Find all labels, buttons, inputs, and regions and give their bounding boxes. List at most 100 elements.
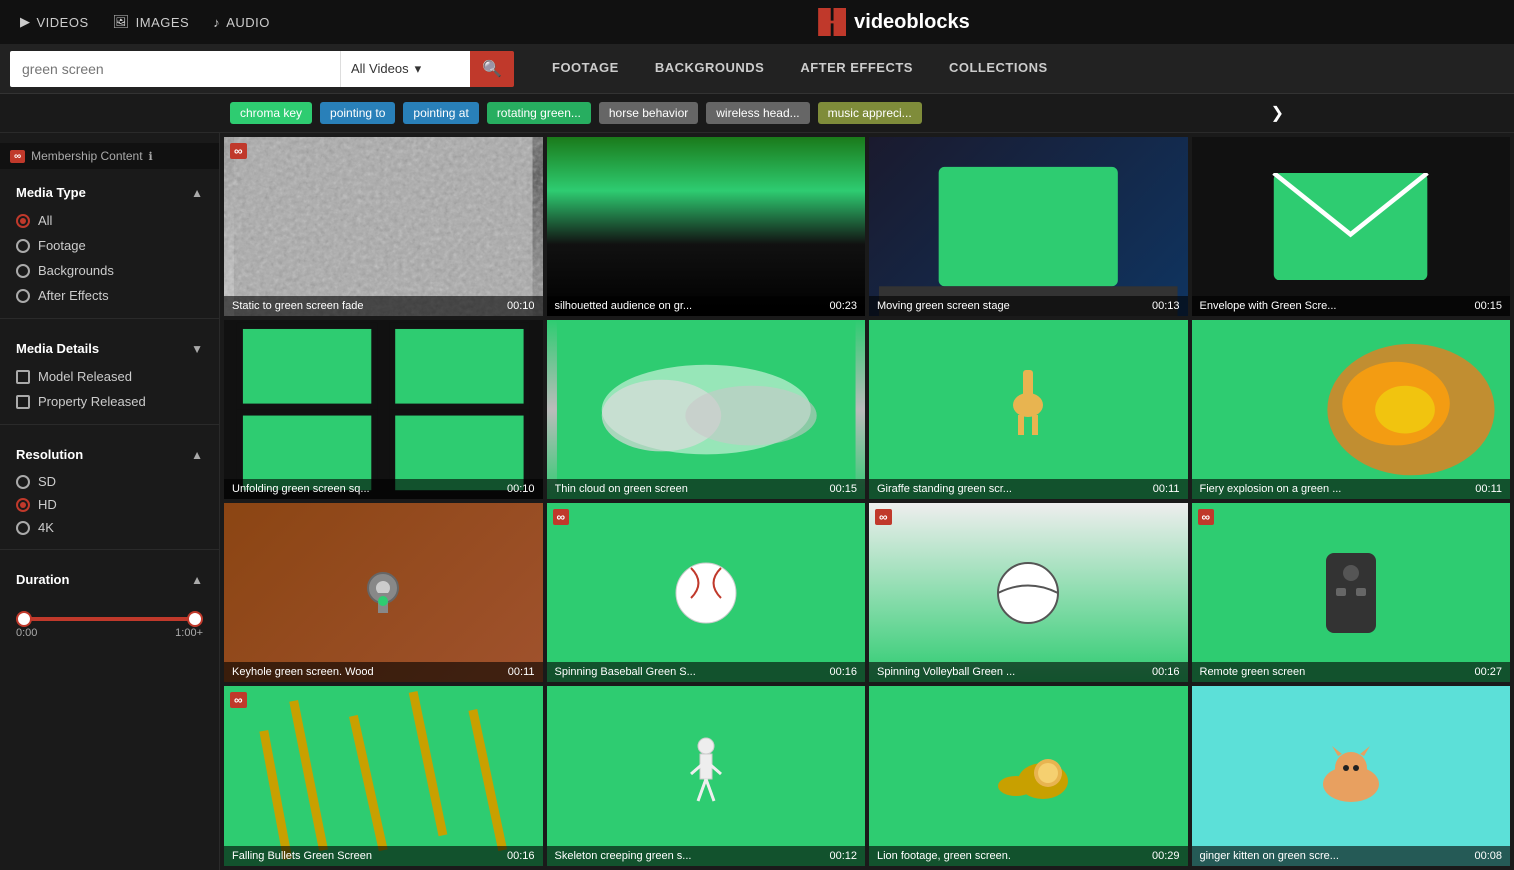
nav-footage[interactable]: FOOTAGE (534, 44, 637, 94)
video-duration-v1: 00:10 (507, 300, 535, 312)
video-card-v15[interactable]: Lion footage, green screen. 00:29 (869, 686, 1188, 865)
video-duration-v16: 00:08 (1474, 850, 1502, 862)
tag-music[interactable]: music appreci... (818, 102, 922, 124)
video-title-v5: Unfolding green screen sq... (232, 483, 370, 495)
video-duration-v8: 00:11 (1475, 483, 1502, 495)
resolution-4k[interactable]: 4K (0, 516, 219, 539)
tag-horse[interactable]: horse behavior (599, 102, 698, 124)
tag-wireless[interactable]: wireless head... (706, 102, 809, 124)
radio-sd (16, 475, 30, 489)
video-card-v4[interactable]: Envelope with Green Scre... 00:15 (1192, 137, 1511, 316)
membership-icon-v10 (553, 509, 570, 525)
main-layout: ∞ Membership Content ℹ Media Type ▲ All … (0, 133, 1514, 870)
video-card-v2[interactable]: silhouetted audience on gr... 00:23 (547, 137, 866, 316)
video-duration-v14: 00:12 (829, 850, 857, 862)
video-card-v9[interactable]: Keyhole green screen. Wood 00:11 (224, 503, 543, 682)
media-type-header[interactable]: Media Type ▲ (0, 173, 219, 208)
video-duration-v10: 00:16 (829, 666, 857, 678)
nav-backgrounds[interactable]: BACKGROUNDS (637, 44, 783, 94)
tags-next-arrow[interactable]: ❯ (1271, 103, 1284, 123)
resolution-sd-label: SD (38, 474, 56, 489)
video-duration-v7: 00:11 (1153, 483, 1180, 495)
media-type-all[interactable]: All (0, 208, 219, 233)
tag-rotating[interactable]: rotating green... (487, 102, 591, 124)
search-icon: 🔍 (482, 59, 502, 79)
audio-icon: ♪ (213, 15, 220, 30)
duration-min-label: 0:00 (16, 627, 37, 639)
tags-row: chroma key pointing to pointing at rotat… (0, 94, 1514, 133)
duration-section: 0:00 1:00+ (0, 595, 219, 651)
logo[interactable]: videoblocks (818, 8, 970, 36)
resolution-sd[interactable]: SD (0, 470, 219, 493)
duration-slider-track[interactable] (16, 617, 203, 621)
media-details-model[interactable]: Model Released (0, 364, 219, 389)
video-icon: ▶ (20, 14, 31, 30)
video-card-v13[interactable]: Falling Bullets Green Screen 00:16 (224, 686, 543, 865)
duration-slider-right-thumb[interactable] (187, 611, 203, 627)
video-card-v10[interactable]: Spinning Baseball Green S... 00:16 (547, 503, 866, 682)
membership-icon-v1 (230, 143, 247, 159)
tag-pointing-at[interactable]: pointing at (403, 102, 478, 124)
media-details-model-label: Model Released (38, 369, 132, 384)
video-card-v6[interactable]: Thin cloud on green screen 00:15 (547, 320, 866, 499)
video-overlay-v1: Static to green screen fade 00:10 (224, 296, 543, 316)
media-details-property[interactable]: Property Released (0, 389, 219, 414)
media-type-footage[interactable]: Footage (0, 233, 219, 258)
video-card-v14[interactable]: Skeleton creeping green s... 00:12 (547, 686, 866, 865)
media-type-backgrounds[interactable]: Backgrounds (0, 258, 219, 283)
chevron-down-icon: ▾ (415, 61, 422, 77)
radio-backgrounds (16, 264, 30, 278)
video-title-v16: ginger kitten on green scre... (1200, 850, 1339, 862)
search-nav: FOOTAGE BACKGROUNDS AFTER EFFECTS COLLEC… (534, 44, 1066, 94)
radio-footage (16, 239, 30, 253)
search-button[interactable]: 🔍 (470, 51, 514, 87)
media-type-title: Media Type (16, 185, 86, 200)
video-card-v5[interactable]: Unfolding green screen sq... 00:10 (224, 320, 543, 499)
nav-collections[interactable]: COLLECTIONS (931, 44, 1066, 94)
tag-pointing-to[interactable]: pointing to (320, 102, 395, 124)
video-title-v9: Keyhole green screen. Wood (232, 666, 374, 678)
media-details-title: Media Details (16, 341, 99, 356)
top-nav: ▶ VIDEOS 🖼 IMAGES ♪ AUDIO videoblocks (0, 0, 1514, 44)
membership-label: Membership Content (31, 149, 142, 163)
video-overlay-v10: Spinning Baseball Green S... 00:16 (547, 662, 866, 682)
nav-images[interactable]: 🖼 IMAGES (113, 14, 190, 30)
checkbox-property[interactable] (16, 395, 30, 409)
duration-slider-labels: 0:00 1:00+ (16, 627, 203, 639)
media-type-aftereffects[interactable]: After Effects (0, 283, 219, 308)
video-card-v11[interactable]: Spinning Volleyball Green ... 00:16 (869, 503, 1188, 682)
video-duration-v6: 00:15 (829, 483, 857, 495)
video-card-v1[interactable]: Static to green screen fade 00:10 (224, 137, 543, 316)
checkbox-model[interactable] (16, 370, 30, 384)
duration-header[interactable]: Duration ▲ (0, 560, 219, 595)
resolution-hd[interactable]: HD (0, 493, 219, 516)
membership-icon-v13 (230, 692, 247, 708)
nav-videos[interactable]: ▶ VIDEOS (20, 14, 89, 30)
nav-images-label: IMAGES (136, 15, 190, 30)
video-title-v3: Moving green screen stage (877, 300, 1010, 312)
video-card-v16[interactable]: ginger kitten on green scre... 00:08 (1192, 686, 1511, 865)
nav-videos-label: VIDEOS (37, 15, 89, 30)
search-type-dropdown[interactable]: All Videos ▾ (340, 51, 431, 87)
tag-chroma[interactable]: chroma key (230, 102, 312, 124)
video-overlay-v6: Thin cloud on green screen 00:15 (547, 479, 866, 499)
nav-audio[interactable]: ♪ AUDIO (213, 15, 270, 30)
logo-icon (818, 8, 846, 36)
video-card-v8[interactable]: Fiery explosion on a green ... 00:11 (1192, 320, 1511, 499)
search-input[interactable] (10, 61, 340, 77)
video-title-v2: silhouetted audience on gr... (555, 300, 693, 312)
video-overlay-v2: silhouetted audience on gr... 00:23 (547, 296, 866, 316)
media-details-header[interactable]: Media Details ▼ (0, 329, 219, 364)
video-card-v12[interactable]: Remote green screen 00:27 (1192, 503, 1511, 682)
resolution-title: Resolution (16, 447, 83, 462)
radio-aftereffects (16, 289, 30, 303)
resolution-header[interactable]: Resolution ▲ (0, 435, 219, 470)
duration-slider-left-thumb[interactable] (16, 611, 32, 627)
nav-aftereffects[interactable]: AFTER EFFECTS (782, 44, 931, 94)
video-card-v3[interactable]: Moving green screen stage 00:13 (869, 137, 1188, 316)
resolution-arrow: ▲ (191, 448, 203, 462)
membership-bar: ∞ Membership Content ℹ (0, 143, 219, 169)
info-icon: ℹ (149, 150, 153, 163)
logo-text: videoblocks (854, 11, 970, 34)
video-card-v7[interactable]: Giraffe standing green scr... 00:11 (869, 320, 1188, 499)
